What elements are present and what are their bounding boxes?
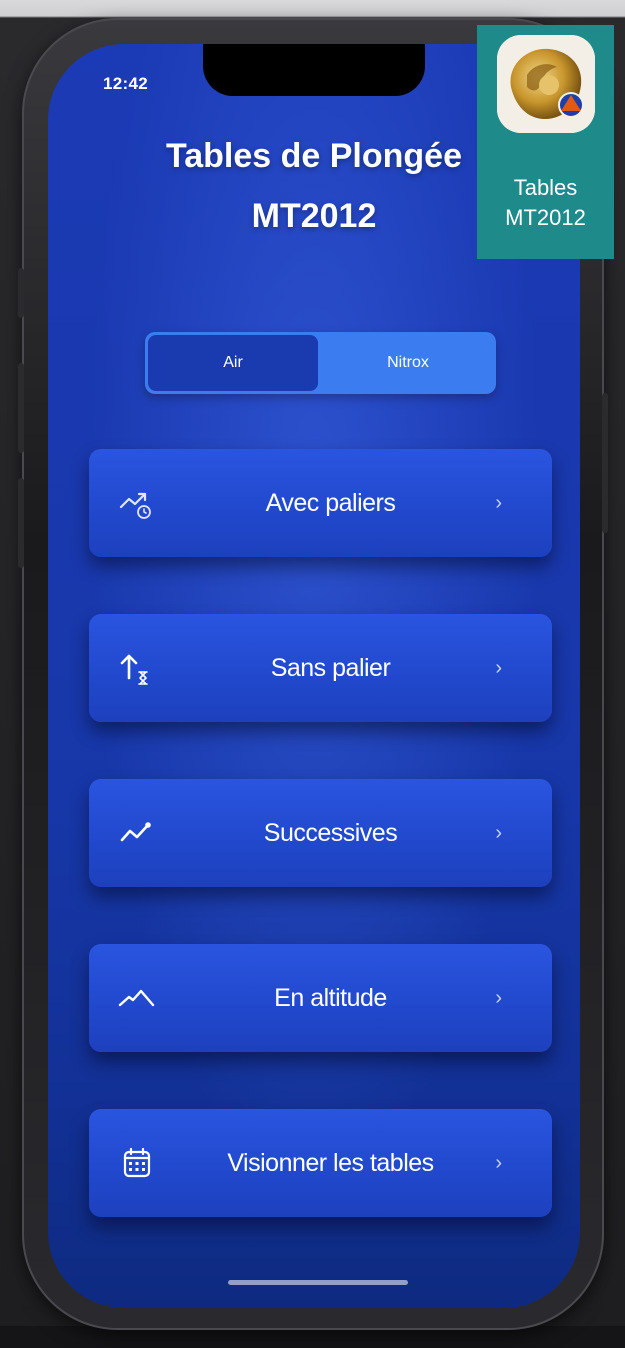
sans-palier-label: Sans palier: [270, 654, 391, 682]
successives-label: Successives: [263, 819, 398, 847]
power-button: [602, 393, 608, 533]
en-altitude-label: En altitude: [274, 984, 387, 1012]
notch: [203, 44, 425, 96]
mute-switch: [18, 268, 24, 318]
chevron-right-icon: ›: [495, 822, 502, 844]
app-label-line2: MT2012: [505, 205, 586, 230]
status-time: 12:42: [103, 74, 148, 93]
ascent-hourglass-icon: [117, 648, 157, 688]
trend-line-icon: [117, 813, 157, 853]
mountain-icon: [117, 978, 157, 1018]
segment-air[interactable]: Air: [148, 335, 318, 391]
screenshot-stage: 12:42 Tables de Plongée MT2012 Air Nitro…: [0, 0, 625, 1348]
chart-clock-icon: [117, 483, 157, 523]
segment-nitrox[interactable]: Nitrox: [320, 332, 496, 394]
calendar-icon: [117, 1143, 157, 1183]
volume-up-button: [18, 363, 24, 453]
visionner-les-tables-label: Visionner les tables: [227, 1149, 434, 1177]
gas-segmented-control: Air Nitrox: [145, 332, 496, 394]
app-label-line1: Tables: [513, 175, 578, 200]
avec-paliers-label: Avec paliers: [265, 489, 396, 517]
home-indicator: [228, 1280, 408, 1285]
chevron-right-icon: ›: [495, 987, 502, 1009]
successives-button[interactable]: Successives ›: [89, 779, 552, 887]
sans-palier-button[interactable]: Sans palier ›: [89, 614, 552, 722]
visionner-les-tables-button[interactable]: Visionner les tables ›: [89, 1109, 552, 1217]
chevron-right-icon: ›: [495, 657, 502, 679]
chevron-right-icon: ›: [495, 1152, 502, 1174]
volume-down-button: [18, 478, 24, 568]
en-altitude-button[interactable]: En altitude ›: [89, 944, 552, 1052]
avec-paliers-button[interactable]: Avec paliers ›: [89, 449, 552, 557]
app-icon-overlay: Tables MT2012: [477, 25, 614, 259]
app-icon: [497, 35, 595, 133]
chevron-right-icon: ›: [495, 492, 502, 514]
